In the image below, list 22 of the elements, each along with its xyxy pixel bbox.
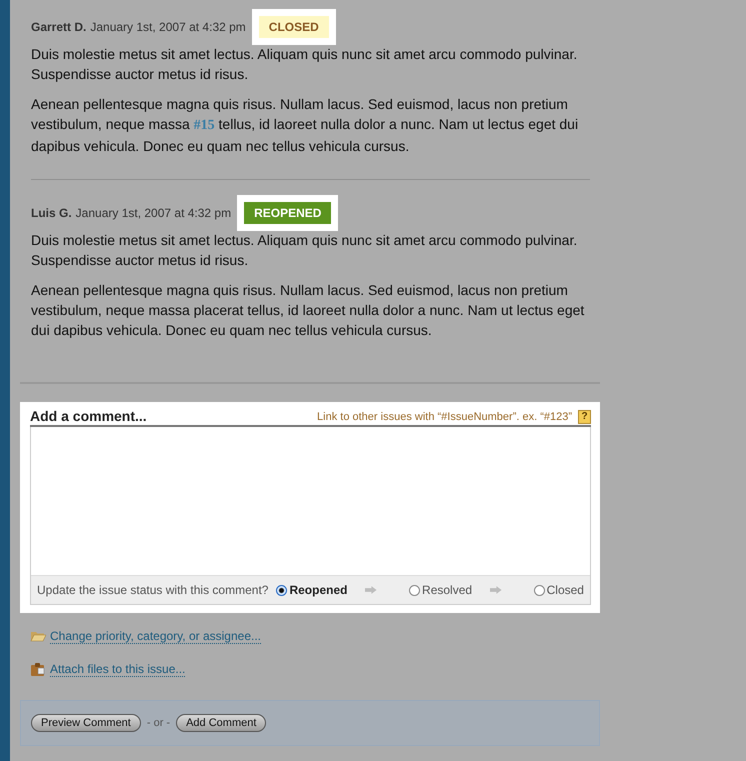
comment-author: Garrett D. [31,20,86,34]
comment-date: January 1st, 2007 at 4:32 pm [76,206,232,220]
option-label: Closed [546,583,584,597]
status-badge: CLOSED [258,16,329,38]
action-link[interactable]: Attach files to this issue... [50,662,186,676]
comment-paragraph: Aenean pellentesque magna quis risus. Nullam lacus. Sed euismod, lacus non pretium vestibulum, neque massa placerat tellus, id laoreet nulla dolor a nunc. Nam ut lectus eget dui dapibus vehicula. Donec eu quam nec tellus vehicula cursus. [31,281,586,340]
action-link[interactable]: Change priority, category, or assignee... [50,628,261,644]
comment-paragraph: Duis molestie metus sit amet lectus. Aliquam quis nunc sit amet arcu commodo pulvinar. Suspendisse auctor metus id risus. [31,45,578,84]
comment-paragraph: Duis molestie metus sit amet lectus. Aliquam quis nunc sit amet arcu commodo pulvinar. Suspendisse auctor metus id risus. [31,231,578,270]
form-title: Add a comment... [30,408,147,424]
hint-text: Link to other issues with “#IssueNumber”. ex. “#123” [317,411,572,423]
status-badge: REOPENED [244,202,332,224]
option-label: Reopened [289,583,348,597]
help-button[interactable]: ? [578,410,591,424]
add-comment-button[interactable]: Add Comment [176,714,266,732]
status-prompt: Update the issue status with this comment? [37,583,268,597]
preview-button[interactable]: Preview Comment [31,714,141,732]
comment-date: January 1st, 2007 at 4:32 pm [90,20,246,34]
option-label: Resolved [422,583,472,597]
comment-paragraph: Aenean pellentesque magna quis risus. Nullam lacus. Sed euismod, lacus non pretium vestibulum, neque massa #15 tellus, id laoreet nulla dolor a nunc. Nam ut lectus eget dui dapibus vehicula. Donec eu quam nec tellus vehicula cursus. [31,95,580,156]
comment-author: Luis G. [31,206,72,220]
separator-text: - or - [146,717,170,729]
